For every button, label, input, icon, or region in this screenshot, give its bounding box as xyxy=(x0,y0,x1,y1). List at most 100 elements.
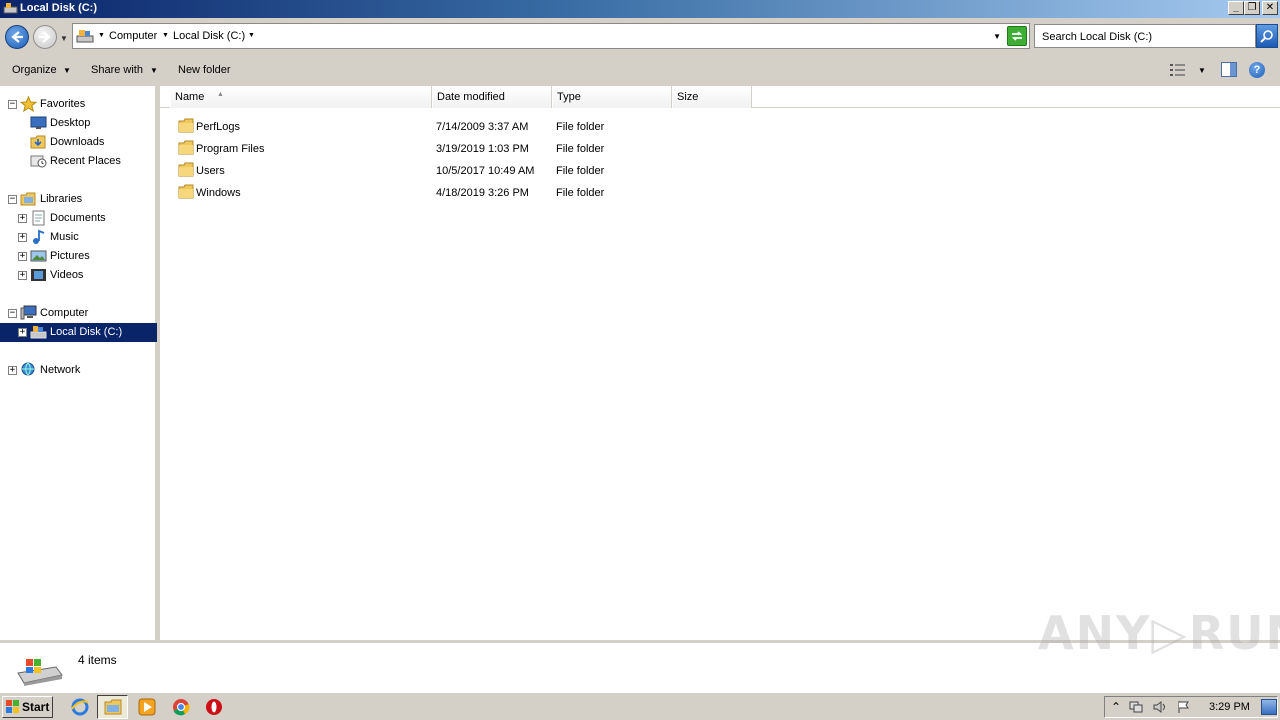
organize-button[interactable]: Organize xyxy=(12,64,57,76)
drive-icon xyxy=(3,3,18,14)
opera-icon[interactable] xyxy=(205,698,223,716)
file-type: File folder xyxy=(556,187,605,199)
help-icon[interactable]: ? xyxy=(1249,62,1265,78)
column-name[interactable]: Name ▲ xyxy=(170,86,432,108)
column-date-modified[interactable]: Date modified xyxy=(432,86,552,108)
breadcrumb-local-disk[interactable]: Local Disk (C:) xyxy=(173,30,245,42)
crumb-dropdown[interactable]: ▼ xyxy=(248,32,255,39)
crumb-dropdown[interactable]: ▼ xyxy=(98,32,105,39)
search-button[interactable] xyxy=(1256,24,1278,48)
table-row[interactable]: Users 10/5/2017 10:49 AM File folder xyxy=(160,159,1280,181)
search-input[interactable]: Search Local Disk (C:) xyxy=(1034,24,1256,48)
folder-icon xyxy=(104,699,122,715)
close-button[interactable]: ✕ xyxy=(1262,1,1278,15)
command-bar: Organize ▼ Share with ▼ New folder ▼ ? xyxy=(0,54,1280,86)
expand-icon[interactable]: + xyxy=(18,328,27,337)
nav-label: Computer xyxy=(40,307,89,319)
show-desktop-button[interactable] xyxy=(1261,699,1277,715)
clock[interactable]: 3:29 PM xyxy=(1209,701,1250,713)
change-view-icon[interactable] xyxy=(1170,63,1186,77)
new-folder-button[interactable]: New folder xyxy=(178,64,231,76)
minimize-button[interactable]: _ xyxy=(1228,1,1244,15)
table-row[interactable]: Windows 4/18/2019 3:26 PM File folder xyxy=(160,181,1280,203)
nav-item-music[interactable]: + Music xyxy=(0,228,157,247)
table-row[interactable]: Program Files 3/19/2019 1:03 PM File fol… xyxy=(160,137,1280,159)
nav-network[interactable]: + Network xyxy=(0,361,157,380)
music-icon xyxy=(33,229,45,244)
nav-favorites[interactable]: − Favorites xyxy=(0,95,157,114)
nav-label: Network xyxy=(40,364,81,376)
volume-icon[interactable] xyxy=(1153,700,1167,714)
nav-item-desktop[interactable]: Desktop xyxy=(0,114,157,133)
drive-icon xyxy=(17,659,63,686)
nav-libraries[interactable]: − Libraries xyxy=(0,190,157,209)
expand-icon[interactable]: + xyxy=(8,366,17,375)
downloads-folder-icon xyxy=(30,135,46,149)
file-list[interactable]: Name ▲ Date modified Type Size PerfLogs … xyxy=(160,86,1280,640)
internet-explorer-icon[interactable] xyxy=(71,698,89,716)
taskbar: Start ⌃ 3:29 PM xyxy=(0,692,1280,720)
nav-item-documents[interactable]: + Documents xyxy=(0,209,157,228)
title-bar[interactable]: Local Disk (C:) _ ❐ ✕ xyxy=(0,0,1280,18)
preview-pane-button[interactable] xyxy=(1221,62,1237,77)
expand-icon[interactable]: + xyxy=(18,214,27,223)
nav-computer[interactable]: − Computer xyxy=(0,304,157,323)
start-button[interactable]: Start xyxy=(2,696,53,718)
arrow-right-icon xyxy=(39,31,51,43)
drive-icon xyxy=(76,30,94,43)
table-row[interactable]: PerfLogs 7/14/2009 3:37 AM File folder xyxy=(160,115,1280,137)
nav-label: Pictures xyxy=(50,250,90,262)
show-hidden-icons-icon[interactable]: ⌃ xyxy=(1111,700,1125,714)
back-button[interactable] xyxy=(5,25,29,49)
file-type: File folder xyxy=(556,121,605,133)
column-type[interactable]: Type xyxy=(552,86,672,108)
navigation-pane[interactable]: − Favorites Desktop Downloads Recent Pla… xyxy=(0,86,157,640)
network-status-icon[interactable] xyxy=(1129,700,1143,714)
nav-label: Local Disk (C:) xyxy=(50,326,123,338)
videos-icon xyxy=(31,269,46,281)
breadcrumb-computer[interactable]: Computer xyxy=(109,30,157,42)
crumb-dropdown[interactable]: ▼ xyxy=(162,32,169,39)
system-tray: ⌃ 3:29 PM xyxy=(1104,696,1278,718)
collapse-icon[interactable]: − xyxy=(8,195,17,204)
documents-icon xyxy=(32,210,45,226)
action-center-flag-icon[interactable] xyxy=(1177,700,1191,714)
search-icon xyxy=(1260,30,1273,43)
column-size[interactable]: Size xyxy=(672,86,752,108)
address-row: ▼ ▼ Computer ▼ Local Disk (C:) ▼ ▼ Searc… xyxy=(0,18,1280,54)
views-dropdown[interactable]: ▼ xyxy=(1198,66,1206,75)
nav-label: Downloads xyxy=(50,136,105,148)
address-bar[interactable]: ▼ Computer ▼ Local Disk (C:) ▼ ▼ xyxy=(72,23,1030,49)
media-player-icon[interactable] xyxy=(138,698,156,716)
nav-item-videos[interactable]: + Videos xyxy=(0,266,157,285)
nav-label: Music xyxy=(50,231,79,243)
forward-button[interactable] xyxy=(33,25,57,49)
collapse-icon[interactable]: − xyxy=(8,100,17,109)
refresh-button[interactable] xyxy=(1007,26,1027,46)
file-name: Windows xyxy=(196,187,241,199)
folder-icon xyxy=(178,162,194,177)
refresh-icon xyxy=(1011,31,1023,41)
file-name: PerfLogs xyxy=(196,121,241,133)
file-name: Program Files xyxy=(196,143,265,155)
folder-icon xyxy=(178,140,194,155)
restore-button[interactable]: ❐ xyxy=(1244,1,1260,15)
nav-item-pictures[interactable]: + Pictures xyxy=(0,247,157,266)
expand-icon[interactable]: + xyxy=(18,271,27,280)
expand-icon[interactable]: + xyxy=(18,252,27,261)
chrome-icon[interactable] xyxy=(172,698,190,716)
windows-logo-icon xyxy=(6,700,19,713)
file-name: Users xyxy=(196,165,225,177)
collapse-icon[interactable]: − xyxy=(8,309,17,318)
address-history-dropdown[interactable]: ▼ xyxy=(993,32,1001,41)
nav-item-local-disk[interactable]: + Local Disk (C:) xyxy=(0,323,157,342)
nav-item-downloads[interactable]: Downloads xyxy=(0,133,157,152)
taskbar-explorer-button[interactable] xyxy=(97,695,128,719)
expand-icon[interactable]: + xyxy=(18,233,27,242)
recent-pages-dropdown[interactable]: ▼ xyxy=(60,34,68,43)
share-with-button[interactable]: Share with xyxy=(91,64,143,76)
nav-item-recent-places[interactable]: Recent Places xyxy=(0,152,157,171)
drive-icon xyxy=(30,326,47,339)
file-date: 3/19/2019 1:03 PM xyxy=(436,143,529,155)
desktop-icon xyxy=(30,116,47,129)
